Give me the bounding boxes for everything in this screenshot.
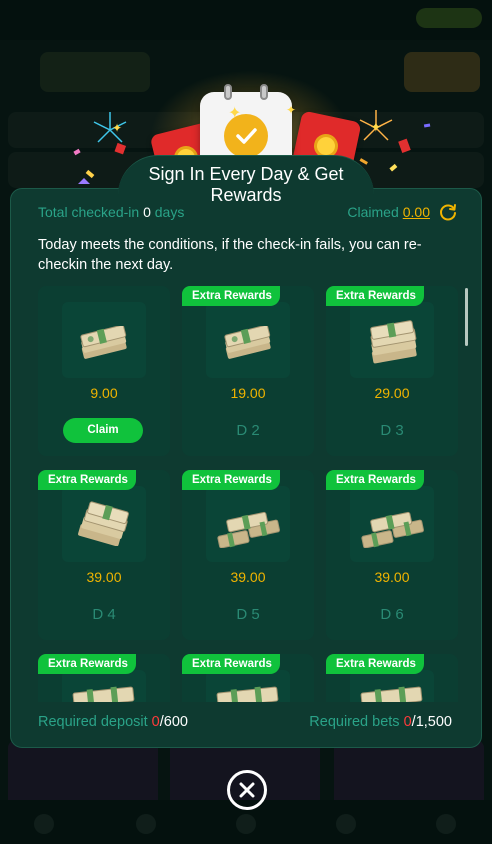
extra-rewards-tag: Extra Rewards <box>182 286 280 306</box>
extra-rewards-tag: Extra Rewards <box>326 654 424 674</box>
money-stack-icon <box>72 686 135 702</box>
claimed-value: 0.00 <box>402 204 430 220</box>
reward-day-label: D 2 <box>236 422 260 439</box>
money-stack-icon <box>78 501 129 546</box>
sparkle-icon: ✦ <box>112 121 123 135</box>
reward-amount: 39.00 <box>86 569 122 585</box>
checkin-notice: Today meets the conditions, if the check… <box>38 237 422 273</box>
reward-card-day-9: Extra Rewards <box>326 654 458 702</box>
reward-card-day-8: Extra Rewards <box>182 654 314 702</box>
required-bets-current: 0 <box>403 714 412 730</box>
extra-rewards-tag: Extra Rewards <box>182 470 280 490</box>
money-stack-icon <box>370 320 417 364</box>
reward-grid: 9.00 Claim Extra Rewards 19.00 D 2 Extra… <box>38 286 458 702</box>
extra-rewards-tag: Extra Rewards <box>38 470 136 490</box>
reward-card-day-1: 9.00 Claim <box>38 286 170 456</box>
sparkle-icon: ✦ <box>286 103 297 117</box>
claim-button[interactable]: Claim <box>63 418 143 443</box>
reward-card-day-7: Extra Rewards <box>38 654 170 702</box>
reward-amount: 39.00 <box>230 569 266 585</box>
reward-card-day-5: Extra Rewards 39.00 D 5 <box>182 470 314 640</box>
money-stack-icon <box>216 686 279 702</box>
sparkle-icon: ✦ <box>228 105 242 122</box>
money-stack-icon <box>360 686 423 702</box>
refresh-icon[interactable] <box>438 202 458 222</box>
reward-day-label: D 4 <box>92 606 116 623</box>
reward-card-day-6: Extra Rewards 39.00 D 6 <box>326 470 458 640</box>
extra-rewards-tag: Extra Rewards <box>182 654 280 674</box>
reward-card-day-4: Extra Rewards 39.00 D 4 <box>38 470 170 640</box>
required-bets-target: /1,500 <box>411 714 452 730</box>
reward-card-day-3: Extra Rewards 29.00 D 3 <box>326 286 458 456</box>
money-stack-icon <box>224 326 271 359</box>
money-stack-icon <box>361 511 424 548</box>
required-deposit-current: 0 <box>151 714 160 730</box>
money-stack-icon <box>80 326 127 359</box>
claimed-amount: Claimed 0.00 <box>347 202 458 222</box>
total-checked-in-value: 0 <box>143 204 151 220</box>
reward-card-day-2: Extra Rewards 19.00 D 2 <box>182 286 314 456</box>
reward-amount: 29.00 <box>374 385 410 401</box>
sparkle-icon: ✦ <box>370 119 382 135</box>
reward-amount: 19.00 <box>230 385 266 401</box>
required-deposit-target: /600 <box>159 714 188 730</box>
extra-rewards-tag: Extra Rewards <box>326 286 424 306</box>
money-stack-icon <box>217 511 280 548</box>
extra-rewards-tag: Extra Rewards <box>326 470 424 490</box>
required-bets: Required bets 0/1,500 <box>309 714 452 730</box>
modal-title: Sign In Every Day & Get Rewards <box>148 164 344 205</box>
reward-day-label: D 3 <box>380 422 404 439</box>
reward-grid-scrollbar[interactable] <box>465 288 468 346</box>
total-checked-in: Total checked-in 0 days <box>38 204 185 220</box>
reward-day-label: D 6 <box>380 606 404 623</box>
required-deposit: Required deposit 0/600 <box>38 714 188 730</box>
reward-amount: 9.00 <box>90 385 118 401</box>
extra-rewards-tag: Extra Rewards <box>38 654 136 674</box>
close-icon[interactable] <box>227 770 267 810</box>
reward-day-label: D 5 <box>236 606 260 623</box>
reward-amount: 39.00 <box>374 569 410 585</box>
